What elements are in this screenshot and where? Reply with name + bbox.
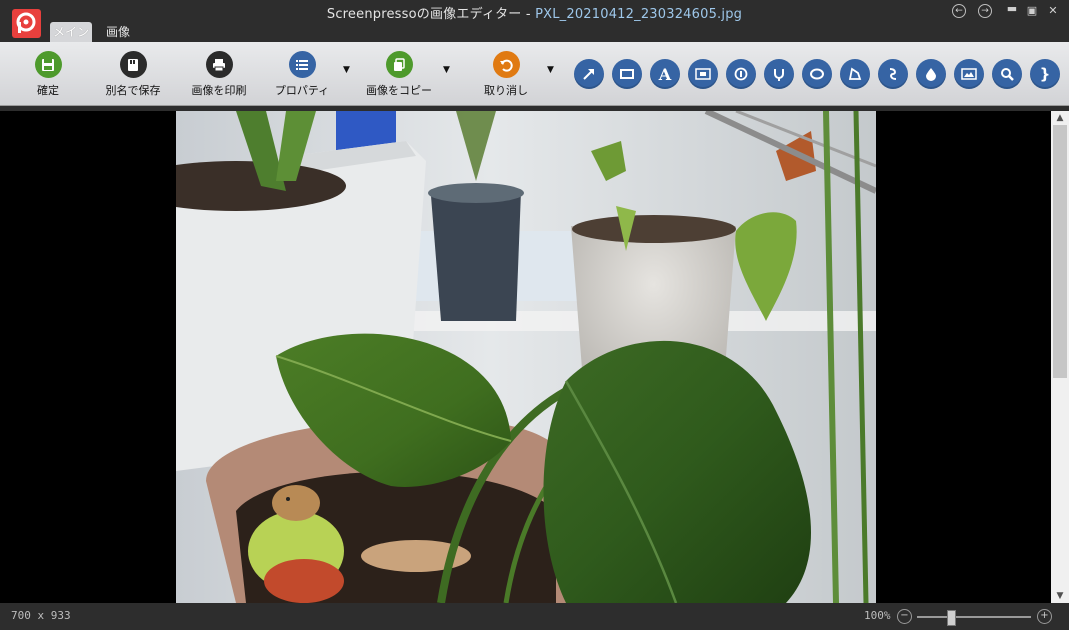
- ellipse-icon[interactable]: [802, 59, 832, 89]
- save-as-label: 別名で保存: [105, 84, 161, 97]
- tab-main[interactable]: メイン: [50, 22, 92, 42]
- zoom-slider-thumb[interactable]: [947, 610, 956, 626]
- save-as-icon: [119, 51, 147, 78]
- image-icon[interactable]: [954, 59, 984, 89]
- properties-label: プロパティ: [274, 84, 330, 97]
- undo-button[interactable]: 取り消し: [482, 51, 530, 98]
- edited-photo[interactable]: [176, 111, 876, 603]
- zoom-percentage: 100%: [864, 609, 891, 622]
- ribbon-toolbar: 確定 別名で保存 画像を印刷 プロパティ ▼ 画像をコピー ▼ 取り消し ▼ A…: [0, 42, 1069, 106]
- image-dimensions: 700 x 933: [11, 609, 71, 622]
- print-label: 画像を印刷: [191, 84, 247, 97]
- zoom-out-button[interactable]: −: [897, 609, 912, 624]
- window-title: Screenpressoの画像エディター - PXL_20210412_2303…: [0, 3, 1069, 22]
- brace-icon[interactable]: }: [1030, 59, 1060, 89]
- magnifier-icon[interactable]: [992, 59, 1022, 89]
- copy-icon: [385, 51, 413, 78]
- blur-drop-icon[interactable]: [916, 59, 946, 89]
- rectangle-icon[interactable]: [612, 59, 642, 89]
- undo-label: 取り消し: [484, 84, 528, 97]
- list-icon: [288, 51, 316, 78]
- app-logo-icon[interactable]: [12, 9, 41, 38]
- forward-icon[interactable]: →: [978, 4, 992, 18]
- zoom-in-button[interactable]: +: [1037, 609, 1052, 624]
- save-as-button[interactable]: 別名で保存: [100, 51, 166, 98]
- polygon-icon[interactable]: [840, 59, 870, 89]
- properties-button[interactable]: プロパティ: [274, 51, 330, 98]
- undo-dropdown-icon[interactable]: ▼: [547, 65, 554, 75]
- status-bar: 700 x 933 100% − +: [0, 603, 1069, 630]
- undo-icon: [492, 51, 520, 78]
- confirm-button[interactable]: 確定: [30, 51, 66, 98]
- scroll-down-icon[interactable]: ▼: [1051, 589, 1069, 603]
- file-name: PXL_20210412_230324605.jpg: [535, 7, 743, 22]
- back-icon[interactable]: ←: [952, 4, 966, 18]
- close-icon[interactable]: ✕: [1046, 4, 1060, 18]
- magnet-icon[interactable]: [764, 59, 794, 89]
- freehand-icon[interactable]: [878, 59, 908, 89]
- arrow-icon[interactable]: [574, 59, 604, 89]
- save-icon: [34, 51, 62, 78]
- vertical-scrollbar[interactable]: ▲ ▼: [1051, 111, 1069, 603]
- copy-image-label: 画像をコピー: [366, 84, 432, 97]
- app-title: Screenpressoの画像エディター: [326, 7, 522, 22]
- maximize-icon[interactable]: ▣: [1025, 4, 1039, 18]
- image-canvas[interactable]: [0, 111, 1051, 603]
- callout-icon[interactable]: [688, 59, 718, 89]
- step-number-icon[interactable]: [726, 59, 756, 89]
- copy-image-button[interactable]: 画像をコピー: [365, 51, 433, 98]
- tab-image[interactable]: 画像: [98, 22, 138, 42]
- minimize-icon[interactable]: ▬: [1005, 2, 1019, 16]
- text-icon[interactable]: A: [650, 59, 680, 89]
- title-bar: Screenpressoの画像エディター - PXL_20210412_2303…: [0, 0, 1069, 22]
- tab-bar: メイン 画像: [0, 22, 1069, 42]
- scrollbar-thumb[interactable]: [1053, 125, 1067, 378]
- print-button[interactable]: 画像を印刷: [186, 51, 252, 98]
- copy-dropdown-icon[interactable]: ▼: [443, 65, 450, 75]
- title-separator: -: [525, 7, 531, 22]
- properties-dropdown-icon[interactable]: ▼: [343, 65, 350, 75]
- scroll-up-icon[interactable]: ▲: [1051, 111, 1069, 125]
- confirm-label: 確定: [37, 84, 59, 97]
- printer-icon: [205, 51, 233, 78]
- zoom-slider-track[interactable]: [917, 610, 1031, 626]
